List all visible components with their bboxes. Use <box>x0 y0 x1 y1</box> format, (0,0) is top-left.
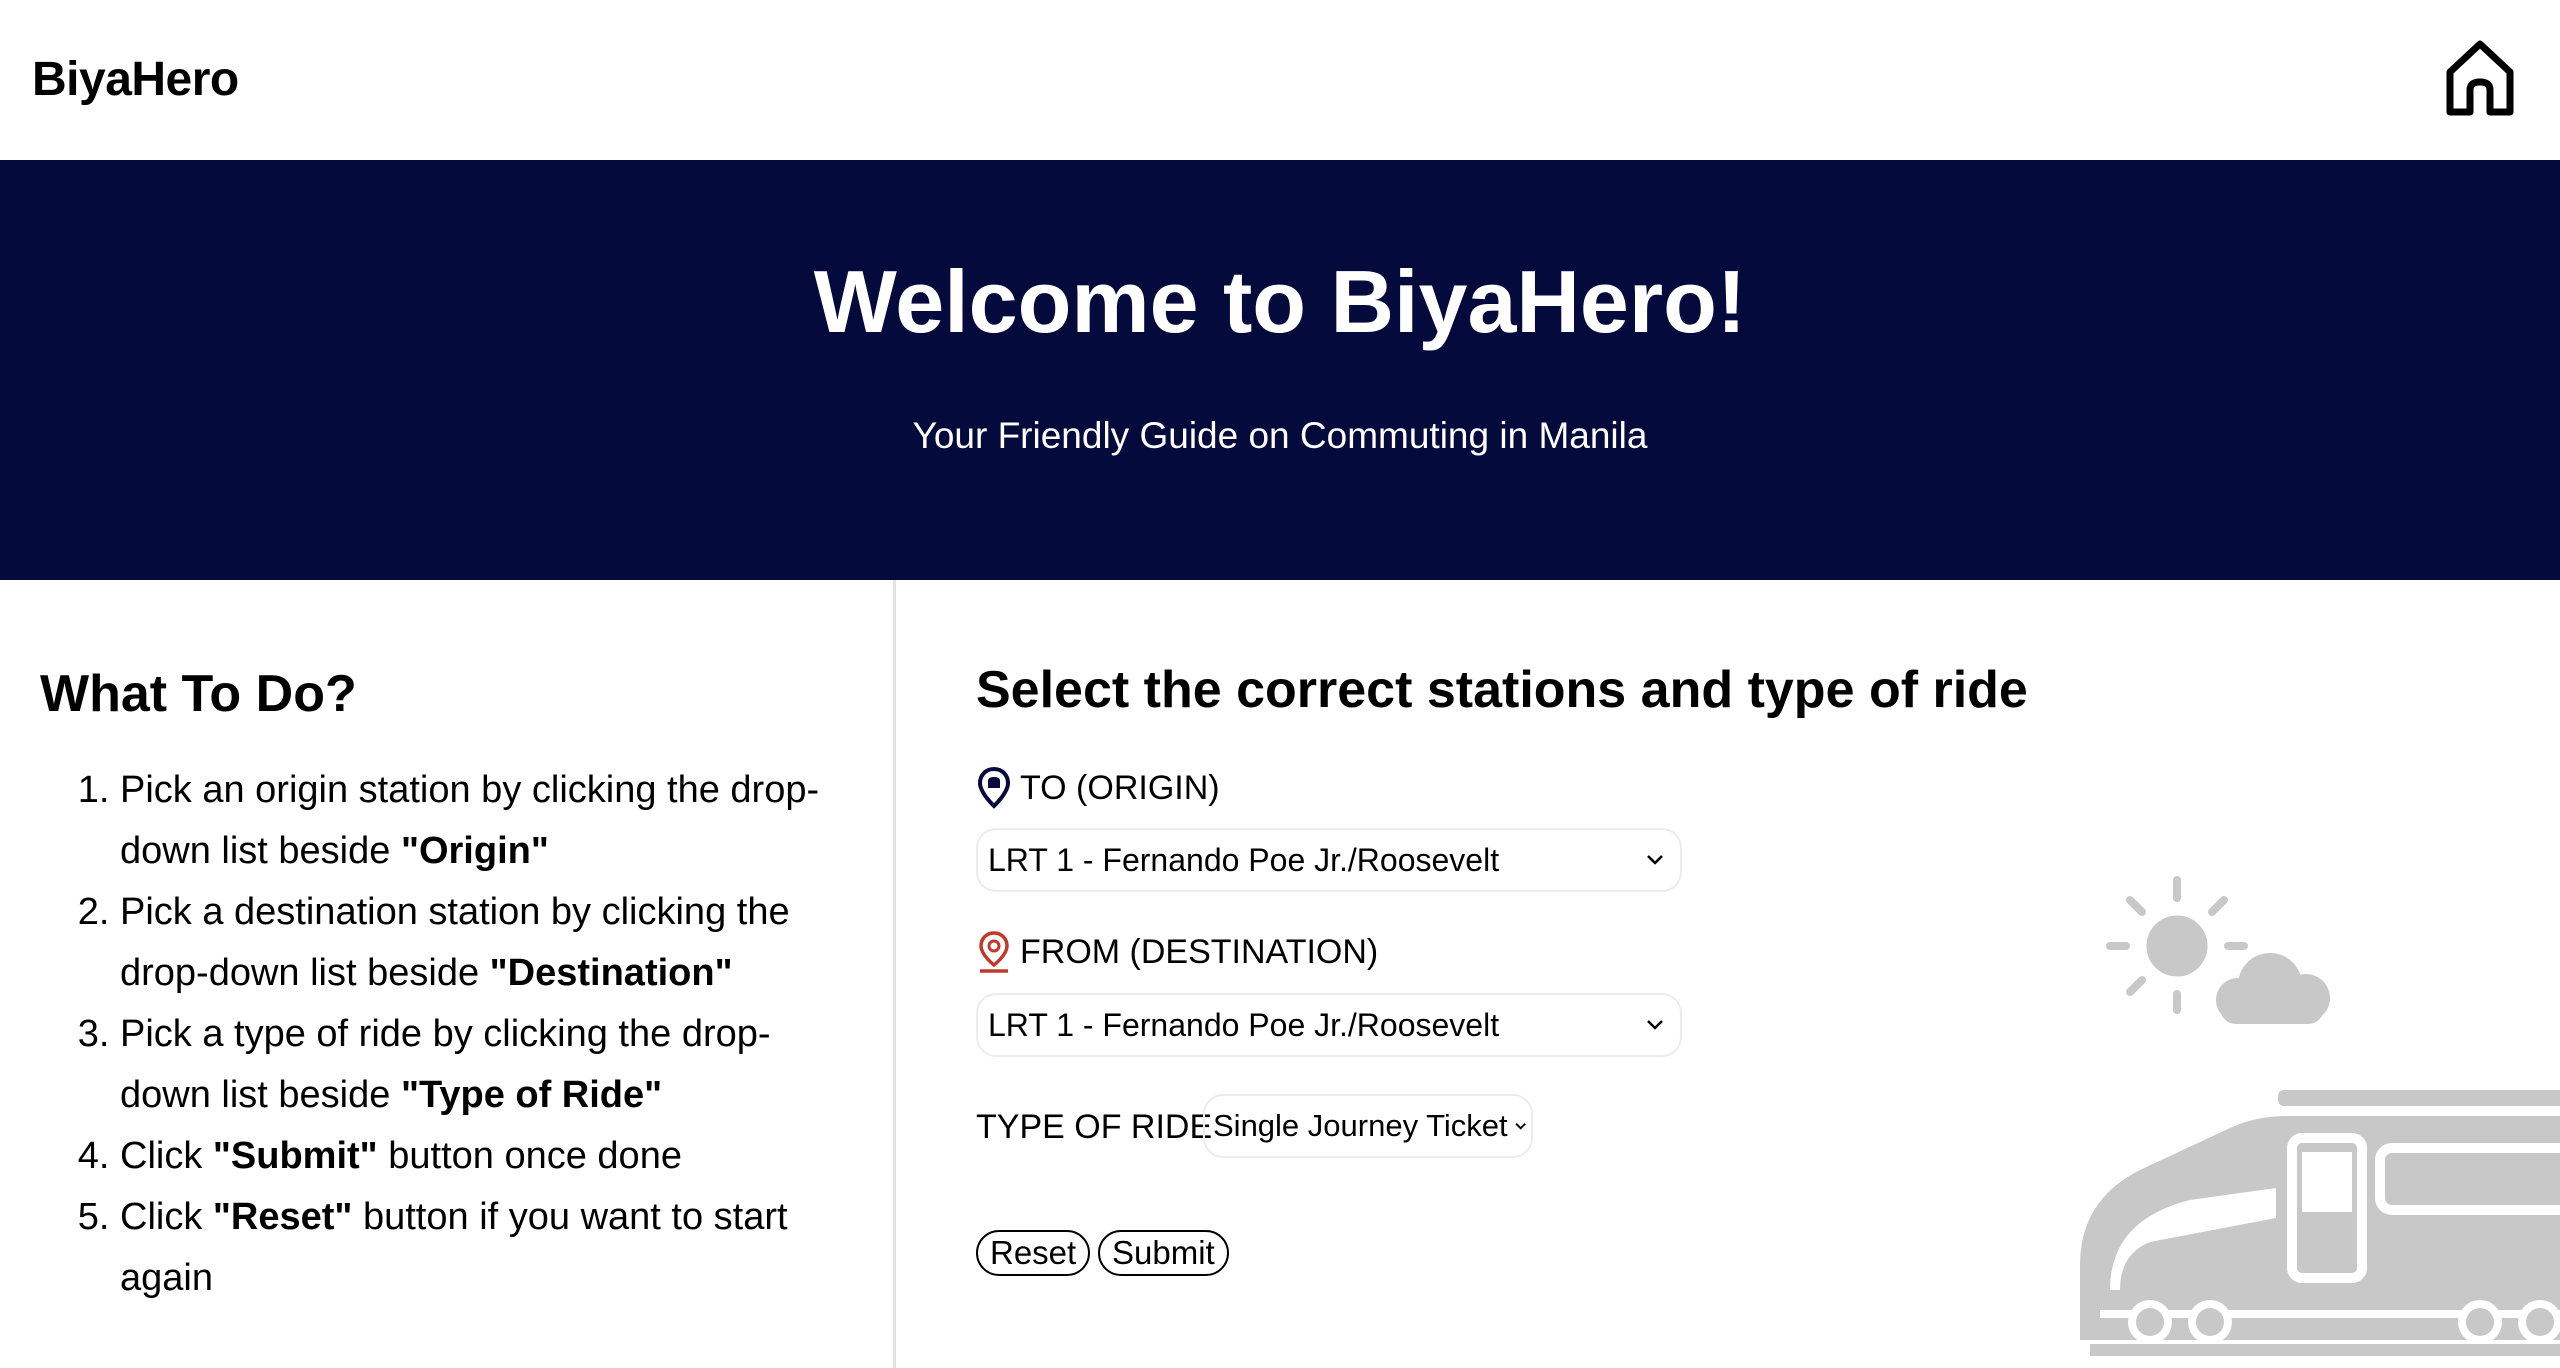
instruction-step: Pick an origin station by clicking the d… <box>120 760 840 882</box>
ride-type-label: TYPE OF RIDE <box>976 1108 1213 1146</box>
hero-subtitle: Your Friendly Guide on Commuting in Mani… <box>912 415 1648 456</box>
instructions-list: Pick an origin station by clicking the d… <box>40 760 840 1309</box>
home-icon <box>2446 40 2514 116</box>
location-pin-icon <box>979 931 1009 973</box>
form-heading: Select the correct stations and type of … <box>976 661 2028 719</box>
destination-label: FROM (DESTINATION) <box>976 930 1378 974</box>
chevron-down-icon <box>1515 1123 1526 1130</box>
instruction-step: Click "Reset" button if you want to star… <box>120 1187 840 1309</box>
location-pin-icon <box>977 766 1011 809</box>
instruction-step: Pick a destination station by clicking t… <box>120 882 840 1004</box>
hero-title: Welcome to BiyaHero! <box>813 252 1747 351</box>
instructions-heading: What To Do? <box>40 665 357 723</box>
submit-button[interactable]: Submit <box>1098 1230 1229 1276</box>
origin-label: TO (ORIGIN) <box>976 766 1220 810</box>
home-button[interactable] <box>2444 38 2516 118</box>
instructions-panel: What To Do? Pick an origin station by cl… <box>0 580 896 1368</box>
train-weather-illustration <box>2080 876 2560 1356</box>
ride-type-select[interactable]: Single Journey Ticket <box>1203 1094 1533 1158</box>
destination-select[interactable]: LRT 1 - Fernando Poe Jr./Roosevelt <box>976 993 1682 1057</box>
top-bar: BiyaHero <box>0 0 2560 160</box>
hero-banner: Welcome to BiyaHero! Your Friendly Guide… <box>0 160 2560 580</box>
instruction-step: Pick a type of ride by clicking the drop… <box>120 1004 840 1126</box>
instruction-step: Click "Submit" button once done <box>120 1126 840 1187</box>
cloud-icon <box>2216 953 2330 1024</box>
origin-select[interactable]: LRT 1 - Fernando Poe Jr./Roosevelt <box>976 828 1682 892</box>
chevron-down-icon <box>1647 855 1663 865</box>
chevron-down-icon <box>1647 1020 1663 1030</box>
brand-logo[interactable]: BiyaHero <box>32 52 239 108</box>
reset-button[interactable]: Reset <box>976 1230 1091 1276</box>
